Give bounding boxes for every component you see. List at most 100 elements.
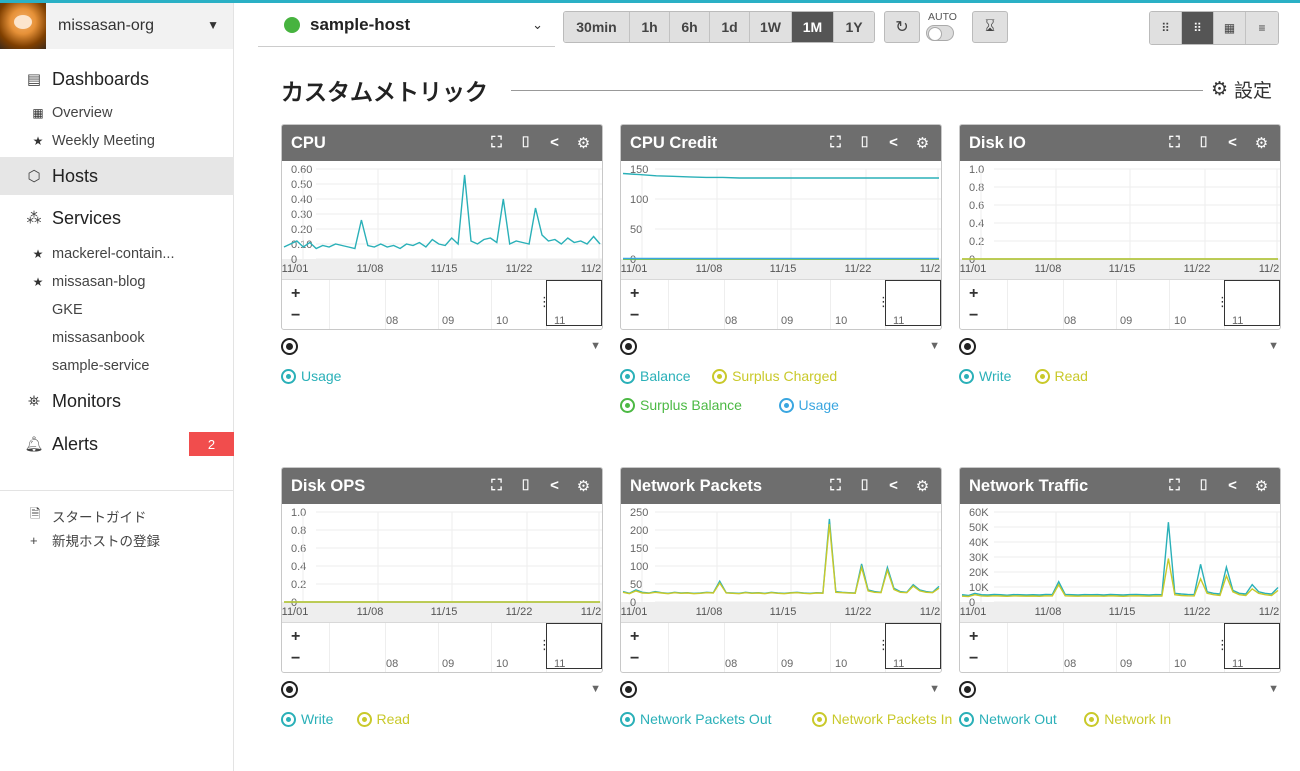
nav-dashboards[interactable]: ▤ Dashboards xyxy=(0,60,234,98)
zoom-out-button[interactable]: − xyxy=(969,307,978,325)
camera-icon[interactable]: ⌷ xyxy=(511,134,540,152)
gear-icon[interactable]: ⚙ xyxy=(1247,477,1276,495)
range-button-1w[interactable]: 1W xyxy=(750,12,792,42)
navigator-selection[interactable] xyxy=(885,623,941,669)
navigator-selection[interactable] xyxy=(546,280,602,326)
range-navigator[interactable]: + −08 09 10 11 ⋮ xyxy=(960,279,1280,329)
legend-item[interactable]: Network In xyxy=(1084,711,1171,727)
legend-item[interactable]: Write xyxy=(281,711,333,727)
legend-toggle-icon[interactable]: ▼ xyxy=(590,683,601,695)
host-selector[interactable]: sample-host ⌄ xyxy=(258,3,555,47)
legend-toggle-icon[interactable]: ▼ xyxy=(1268,340,1279,352)
caret-down-icon[interactable]: ▼ xyxy=(207,18,219,32)
service-item-missasanbook[interactable]: missasanbook xyxy=(0,325,234,351)
range-navigator[interactable]: + −08 09 10 11 ⋮ xyxy=(621,622,941,672)
dash-item-overview[interactable]: ▦ Overview xyxy=(0,100,234,126)
target-icon[interactable] xyxy=(959,681,976,698)
zoom-in-button[interactable]: + xyxy=(969,285,978,303)
service-item-sample-service[interactable]: sample-service xyxy=(0,353,234,379)
hourglass-button[interactable]: ⌛︎ xyxy=(972,11,1008,43)
navigator-selection[interactable] xyxy=(885,280,941,326)
zoom-in-button[interactable]: + xyxy=(291,285,300,303)
legend-item[interactable]: Network Packets Out xyxy=(620,711,772,727)
gear-icon[interactable]: ⚙ xyxy=(569,477,598,495)
expand-icon[interactable]: ⛶ xyxy=(482,134,511,152)
legend-item[interactable]: Balance xyxy=(620,368,691,384)
zoom-in-button[interactable]: + xyxy=(630,285,639,303)
share-icon[interactable]: < xyxy=(1218,477,1247,495)
settings-button[interactable]: ⚙ 設定 xyxy=(1211,76,1272,103)
zoom-out-button[interactable]: − xyxy=(291,650,300,668)
range-navigator[interactable]: + −08 09 10 11 ⋮ xyxy=(621,279,941,329)
legend-item[interactable]: Network Out xyxy=(959,711,1057,727)
navigator-handle-icon[interactable]: ⋮ xyxy=(538,637,551,653)
legend-item[interactable]: Write xyxy=(959,368,1011,384)
layout-list-button[interactable]: ≡ xyxy=(1246,12,1278,44)
zoom-in-button[interactable]: + xyxy=(630,628,639,646)
legend-toggle-icon[interactable]: ▼ xyxy=(929,340,940,352)
share-icon[interactable]: < xyxy=(1218,134,1247,152)
zoom-in-button[interactable]: + xyxy=(969,628,978,646)
target-icon[interactable] xyxy=(959,338,976,355)
expand-icon[interactable]: ⛶ xyxy=(482,477,511,495)
gear-icon[interactable]: ⚙ xyxy=(1247,134,1276,152)
nav-services[interactable]: ⁂ Services xyxy=(0,199,234,237)
share-icon[interactable]: < xyxy=(540,477,569,495)
org-selector[interactable]: missasan-org ▼ xyxy=(0,3,233,49)
layout-two-col-button[interactable]: ▦ xyxy=(1214,12,1246,44)
zoom-out-button[interactable]: − xyxy=(291,307,300,325)
range-button-30min[interactable]: 30min xyxy=(564,12,630,42)
camera-icon[interactable]: ⌷ xyxy=(850,477,879,495)
camera-icon[interactable]: ⌷ xyxy=(511,477,540,495)
service-item-mackerel-container[interactable]: ★ mackerel-contain... xyxy=(0,241,234,267)
graph-plot[interactable]: 25020015010050011/01 11/08 11/15 11/22 11/2 xyxy=(621,504,941,622)
legend-item[interactable]: Usage xyxy=(281,368,341,384)
legend-item[interactable]: Read xyxy=(1034,368,1088,384)
navigator-handle-icon[interactable]: ⋮ xyxy=(877,294,890,310)
gear-icon[interactable]: ⚙ xyxy=(569,134,598,152)
navigator-selection[interactable] xyxy=(1224,623,1280,669)
camera-icon[interactable]: ⌷ xyxy=(1189,477,1218,495)
navigator-selection[interactable] xyxy=(1224,280,1280,326)
expand-icon[interactable]: ⛶ xyxy=(821,134,850,152)
chevron-down-icon[interactable]: ⌄ xyxy=(532,17,543,33)
share-icon[interactable]: < xyxy=(540,134,569,152)
range-button-1m[interactable]: 1M xyxy=(792,12,834,42)
graph-plot[interactable]: 0.600.500.400.300.200.10011/01 11/08 11/15… xyxy=(282,161,602,279)
legend-toggle-icon[interactable]: ▼ xyxy=(929,683,940,695)
target-icon[interactable] xyxy=(620,338,637,355)
legend-toggle-icon[interactable]: ▼ xyxy=(1268,683,1279,695)
layout-dense-button[interactable]: ⠿ xyxy=(1150,12,1182,44)
range-button-1d[interactable]: 1d xyxy=(710,12,750,42)
dash-item-weekly-meeting[interactable]: ★ Weekly Meeting xyxy=(0,128,234,154)
graph-plot[interactable]: 1.00.80.60.40.2011/01 11/08 11/15 11/22 11/2 xyxy=(960,161,1280,279)
navigator-selection[interactable] xyxy=(546,623,602,669)
legend-item[interactable]: Surplus Balance xyxy=(620,397,742,413)
expand-icon[interactable]: ⛶ xyxy=(1160,477,1189,495)
layout-three-col-button[interactable]: ⠿ xyxy=(1182,12,1214,44)
new-host-link[interactable]: + 新規ホストの登録 xyxy=(30,530,160,550)
legend-item[interactable]: Surplus Charged xyxy=(712,368,837,384)
range-navigator[interactable]: + −08 09 10 11 ⋮ xyxy=(960,622,1280,672)
nav-monitors[interactable]: ⛯ Monitors xyxy=(0,382,234,420)
avatar[interactable] xyxy=(0,3,46,49)
expand-icon[interactable]: ⛶ xyxy=(821,477,850,495)
range-button-6h[interactable]: 6h xyxy=(670,12,710,42)
graph-plot[interactable]: 1.00.80.60.40.2011/01 11/08 11/15 11/22 11/2 xyxy=(282,504,602,622)
camera-icon[interactable]: ⌷ xyxy=(850,134,879,152)
zoom-out-button[interactable]: − xyxy=(630,650,639,668)
refresh-button[interactable]: ↻ xyxy=(884,11,920,43)
service-item-missasan-blog[interactable]: ★ missasan-blog xyxy=(0,269,234,295)
share-icon[interactable]: < xyxy=(879,477,908,495)
legend-item[interactable]: Network Packets In xyxy=(811,711,952,727)
legend-item[interactable]: Usage xyxy=(778,397,839,413)
range-navigator[interactable]: + −08 09 10 11 ⋮ xyxy=(282,622,602,672)
navigator-handle-icon[interactable]: ⋮ xyxy=(1216,294,1229,310)
range-button-1y[interactable]: 1Y xyxy=(834,12,874,42)
target-icon[interactable] xyxy=(620,681,637,698)
zoom-out-button[interactable]: − xyxy=(969,650,978,668)
range-navigator[interactable]: + −08 09 10 11 ⋮ xyxy=(282,279,602,329)
zoom-in-button[interactable]: + xyxy=(291,628,300,646)
target-icon[interactable] xyxy=(281,338,298,355)
gear-icon[interactable]: ⚙ xyxy=(908,134,937,152)
